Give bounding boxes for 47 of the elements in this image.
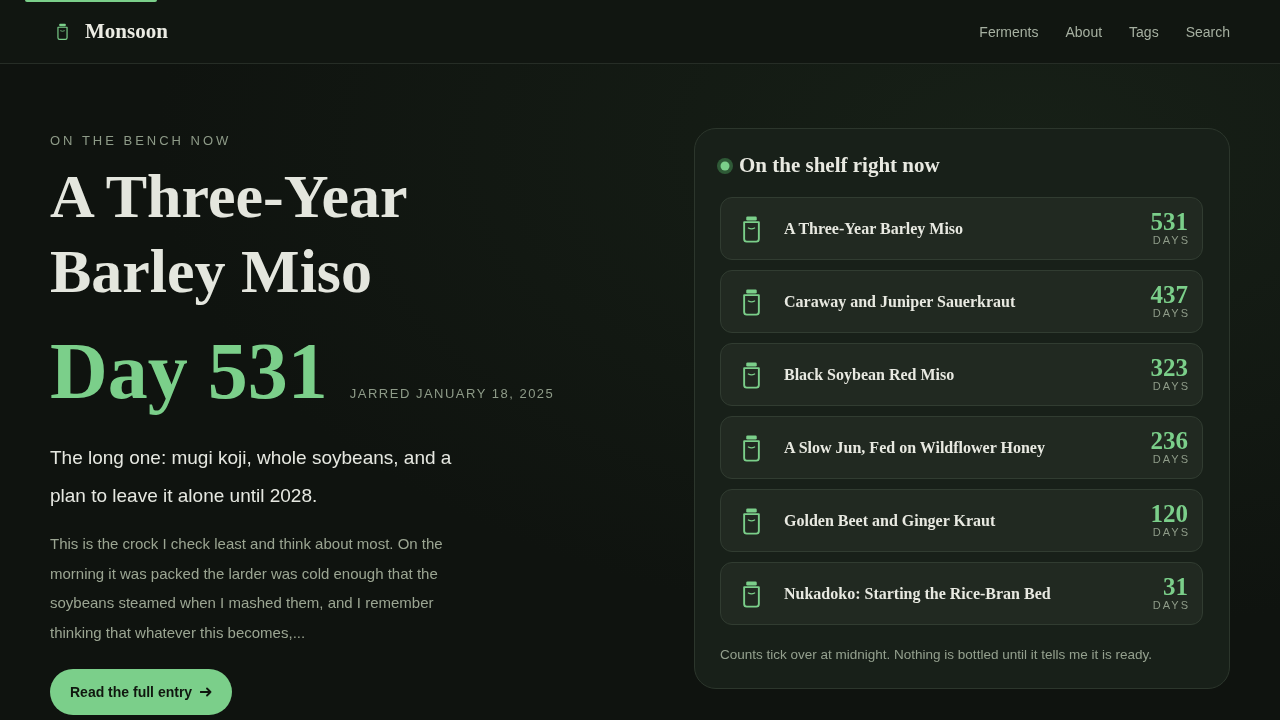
jar-icon [741, 506, 762, 535]
arrow-right-icon [200, 687, 213, 697]
day-number: 531 [1150, 210, 1188, 234]
jar-icon [741, 287, 762, 316]
jarred-date: JARRED JANUARY 18, 2025 [349, 386, 555, 401]
ferment-row[interactable]: Black Soybean Red Miso 323 DAYS [720, 343, 1203, 406]
nav-link[interactable]: Tags [1129, 23, 1159, 40]
days-label: DAYS [1152, 453, 1190, 466]
ferment-row[interactable]: A Slow Jun, Fed on Wildflower Honey 236 DAYS [720, 416, 1203, 479]
days-label: DAYS [1152, 307, 1190, 320]
panel-title: On the shelf right now [739, 153, 940, 178]
jar-icon [741, 579, 762, 608]
day-number: 31 [1163, 575, 1188, 599]
ferment-row[interactable]: Nukadoko: Starting the Rice-Bran Bed 31 DAYS [720, 562, 1203, 625]
nav-link[interactable]: Search [1185, 23, 1230, 40]
days-label: DAYS [1152, 234, 1190, 247]
ferment-name: Caraway and Juniper Sauerkraut [784, 292, 1017, 311]
jar-icon [741, 214, 762, 243]
ferment-name: A Slow Jun, Fed on Wildflower Honey [784, 438, 1046, 457]
jar-icon [56, 23, 69, 40]
days-label: DAYS [1152, 526, 1190, 539]
days-label: DAYS [1152, 599, 1190, 612]
site-logo[interactable]: Monsoon [85, 19, 168, 44]
ferment-row[interactable]: A Three-Year Barley Miso 531 DAYS [720, 197, 1203, 260]
day-number: 323 [1150, 356, 1188, 380]
ferment-name: Golden Beet and Ginger Kraut [784, 511, 997, 530]
jar-icon [741, 433, 762, 462]
ferment-row[interactable]: Caraway and Juniper Sauerkraut 437 DAYS [720, 270, 1203, 333]
day-count: Day 531 [50, 326, 328, 417]
ferment-name: A Three-Year Barley Miso [784, 219, 965, 238]
entry-title: A Three-Year Barley Miso [50, 161, 408, 307]
days-label: DAYS [1152, 380, 1190, 393]
panel-note: Counts tick over at midnight. Nothing is bottled until it tells me it is ready. [720, 647, 1153, 662]
ferment-row[interactable]: Golden Beet and Ginger Kraut 120 DAYS [720, 489, 1203, 552]
lead-text: The long one: mugi koji, whole soybeans, and a plan to leave it alone until 2028. [50, 446, 453, 508]
nav-link[interactable]: About [1065, 23, 1103, 40]
status-dot-icon [717, 157, 733, 174]
day-number: 236 [1150, 429, 1188, 453]
nav-link[interactable]: Ferments [979, 23, 1039, 40]
ferment-name: Black Soybean Red Miso [784, 365, 956, 384]
excerpt-text: This is the crock I check least and think about most. On the morning it was packed the larder was cold enough that the soybeans steamed when I mashed them, and I remember thinking that whatever this becomes,... [50, 534, 444, 643]
day-number: 120 [1150, 502, 1188, 526]
read-entry-button[interactable]: Read the full entry [50, 669, 233, 715]
day-number: 437 [1150, 283, 1188, 307]
eyebrow-label: ON THE BENCH NOW [50, 132, 233, 150]
ferment-name: Nukadoko: Starting the Rice-Bran Bed [784, 584, 1052, 603]
jar-icon [741, 360, 762, 389]
